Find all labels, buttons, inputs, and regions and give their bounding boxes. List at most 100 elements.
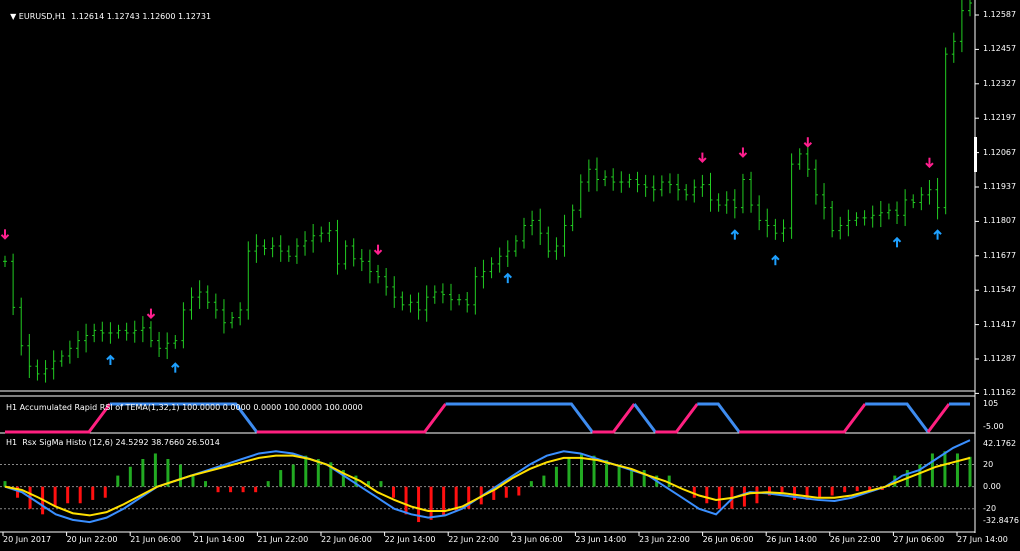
sigma-histogram-bar (404, 486, 408, 515)
buy-arrow-icon (503, 272, 512, 284)
price-scroll-marker (974, 137, 977, 172)
rsi-line (697, 402, 741, 433)
main-header-text: EURUSD,H1 1.12614 1.12743 1.12600 1.1273… (18, 12, 212, 21)
sigma-axis-label: 0.00 (983, 481, 1001, 491)
price-axis-label: 1.11547 (983, 285, 1017, 295)
sigma-axis-label: -32.8476 (983, 516, 1019, 525)
sigma-blue-line (4, 439, 971, 524)
sigma-histogram-bar (780, 486, 784, 493)
sell-arrow-icon (146, 308, 156, 320)
buy-arrow-icon (106, 354, 115, 365)
time-axis-label: 26 Jun 22:00 (829, 535, 881, 544)
sell-arrow-icon (373, 244, 383, 256)
price-axis-label: 1.11162 (983, 388, 1017, 398)
time-axis-label: 20 Jun 22:00 (66, 535, 118, 544)
main-header: ▼ EURUSD,H1 1.12614 1.12743 1.12600 1.12… (5, 3, 211, 21)
buy-arrow-icon (892, 236, 902, 248)
sigma-histogram-bar (554, 466, 558, 487)
sigma-header: H1 Rsx SigMa Histo (12,6) 24.5292 38.766… (6, 438, 220, 447)
sigma-histogram-bar (517, 486, 521, 496)
sigma-histogram-bar (605, 460, 609, 487)
sigma-histogram-bar (191, 475, 195, 487)
sigma-histogram-bar (943, 451, 947, 487)
rsi-axis-label: -5.00 (983, 422, 1004, 431)
sigma-histogram-bar (630, 470, 634, 487)
time-axis-label: 23 Jun 22:00 (639, 535, 690, 544)
price-axis-label: 1.11807 (983, 216, 1017, 226)
sigma-histogram-bar (617, 464, 621, 487)
rsi-line (445, 402, 594, 433)
rsi-line (592, 403, 636, 434)
rsi-line (926, 403, 951, 433)
price-axis-label: 1.11937 (983, 182, 1017, 191)
price-axis-label: 1.11287 (983, 354, 1017, 363)
buy-arrow-icon (730, 229, 740, 240)
time-axis-label: 22 Jun 06:00 (321, 535, 372, 544)
sigma-histogram-bar (504, 486, 508, 498)
sell-arrow-icon (0, 229, 10, 240)
sigma-histogram-bar (141, 459, 145, 487)
time-axis-label: 21 Jun 14:00 (193, 535, 245, 544)
sigma-histogram-bar (429, 486, 433, 520)
sigma-histogram-bar (153, 453, 157, 487)
sigma-axis-label: 20 (983, 459, 994, 469)
time-axis-label: 21 Jun 06:00 (130, 535, 182, 544)
sigma-histogram-bar (178, 464, 182, 487)
sigma-histogram-bar (116, 475, 120, 487)
price-axis-label: 1.12197 (983, 113, 1017, 123)
price-axis-label: 1.12327 (983, 78, 1017, 88)
sigma-histogram-bar (717, 486, 721, 509)
sigma-axis-label: 42.1762 (983, 439, 1017, 448)
sigma-histogram-bar (241, 486, 245, 493)
chart-canvas[interactable] (0, 0, 1020, 551)
sigma-histogram-bar (818, 486, 822, 498)
sigma-histogram-bar (204, 481, 208, 487)
buy-arrow-icon (933, 229, 942, 240)
sigma-histogram-bar (567, 457, 571, 487)
sigma-histogram-bar (529, 481, 533, 487)
sigma-histogram-bar (542, 475, 546, 487)
sigma-axis-label: -20 (983, 503, 997, 513)
sell-arrow-icon (698, 152, 707, 163)
sigma-histogram-bar (279, 470, 283, 487)
time-axis-label: 27 Jun 06:00 (893, 535, 945, 544)
sigma-histogram-bar (103, 486, 107, 498)
time-axis-label: 21 Jun 22:00 (257, 535, 309, 544)
time-axis-label: 20 Jun 2017 (3, 535, 52, 544)
time-axis-label: 23 Jun 06:00 (511, 535, 563, 544)
dropdown-arrow-icon[interactable]: ▼ (10, 12, 16, 21)
rsi-line (655, 403, 699, 434)
rsi-header: H1 Accumulated Rapid RSI of TEMA(1,32,1)… (6, 403, 363, 412)
rsi-axis-label: 105 (983, 399, 999, 408)
sigma-histogram-bar (930, 453, 934, 487)
rsi-line (865, 402, 930, 433)
time-axis-label: 22 Jun 22:00 (448, 535, 500, 544)
sigma-histogram-bar (66, 486, 70, 504)
price-axis-label: 1.11677 (983, 250, 1017, 260)
sigma-histogram-bar (229, 486, 233, 493)
time-axis-label: 26 Jun 06:00 (702, 535, 754, 544)
sell-arrow-icon (803, 137, 813, 148)
price-axis-label: 1.12587 (983, 10, 1017, 19)
buy-arrow-icon (771, 254, 780, 266)
sigma-histogram-bar (855, 486, 859, 492)
rsi-line (633, 403, 657, 433)
sigma-histogram-bar (667, 475, 671, 487)
sigma-histogram-bar (705, 486, 709, 504)
buy-arrow-icon (171, 362, 180, 373)
sell-arrow-icon (738, 147, 748, 158)
time-axis-label: 27 Jun 14:00 (957, 535, 1008, 544)
sigma-histogram-bar (379, 481, 383, 487)
price-axis-label: 1.12457 (983, 44, 1017, 54)
sigma-histogram-bar (830, 486, 834, 496)
sigma-histogram-bar (91, 486, 95, 500)
sigma-histogram-bar (254, 486, 258, 493)
sigma-histogram-bar (843, 486, 847, 493)
sigma-histogram-bar (266, 481, 270, 487)
time-axis-label: 26 Jun 14:00 (766, 535, 818, 544)
price-axis-label: 1.11417 (983, 319, 1017, 329)
sell-arrow-icon (925, 157, 934, 169)
sigma-histogram-bar (755, 486, 759, 504)
rsi-line (739, 403, 867, 434)
sigma-histogram-bar (968, 456, 972, 487)
